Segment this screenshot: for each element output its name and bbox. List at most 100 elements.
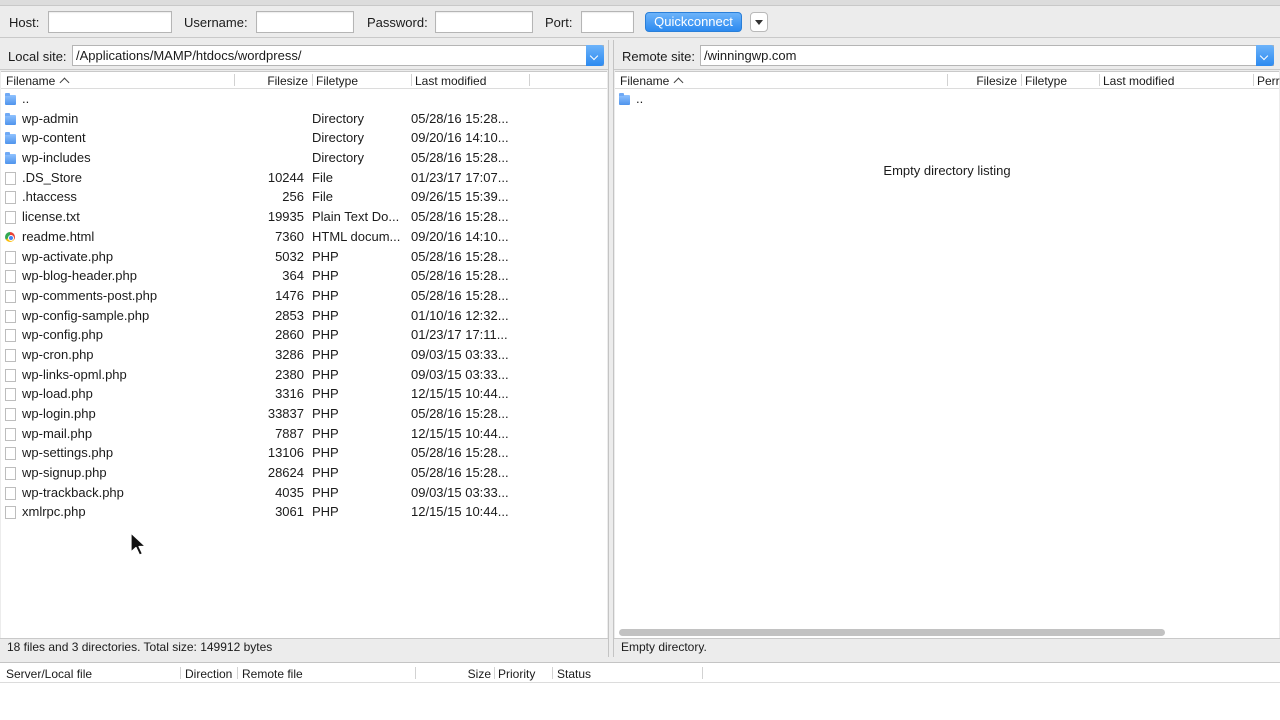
- remote-file-list[interactable]: Filename Filesize Filetype Last modified…: [615, 71, 1280, 638]
- column-filename[interactable]: Filename: [620, 74, 684, 88]
- cell-filesize: 7360: [275, 228, 304, 244]
- file-icon: [5, 408, 16, 421]
- cell-last-modified: 05/28/16 15:28...: [411, 406, 509, 421]
- cell-filesize: 4035: [275, 484, 304, 500]
- remote-site-path: /winningwp.com: [704, 48, 797, 63]
- file-row[interactable]: wp-admin Directory 05/28/16 15:28...: [1, 109, 607, 129]
- folder-icon: [619, 93, 630, 105]
- cell-last-modified: 05/28/16 15:28...: [411, 110, 509, 126]
- host-input[interactable]: [48, 11, 172, 33]
- column-filesize[interactable]: Filesize: [945, 74, 1017, 88]
- cell-filename: wp-links-opml.php: [22, 366, 127, 382]
- file-row[interactable]: wp-load.php 3316 PHP 12/15/15 10:44...: [1, 384, 607, 404]
- username-label: Username:: [184, 15, 248, 30]
- quickconnect-history-dropdown[interactable]: [750, 12, 768, 32]
- file-row[interactable]: wp-activate.php 5032 PHP 05/28/16 15:28...: [1, 247, 607, 267]
- column-size[interactable]: Size: [420, 667, 491, 681]
- cell-filetype: PHP: [312, 484, 339, 500]
- file-icon: [5, 467, 16, 481]
- cell-filename: wp-load.php: [22, 386, 93, 402]
- file-row[interactable]: wp-includes Directory 05/28/16 15:28...: [1, 148, 607, 168]
- file-row[interactable]: wp-config.php 2860 PHP 01/23/17 17:11...: [1, 325, 607, 345]
- file-row[interactable]: wp-links-opml.php 2380 PHP 09/03/15 03:33..…: [1, 365, 607, 385]
- horizontal-scrollbar[interactable]: [619, 629, 1165, 636]
- cell-filename: readme.html: [22, 228, 95, 244]
- file-icon: [5, 447, 16, 461]
- cell-filetype: PHP: [312, 248, 339, 264]
- cell-filename: wp-trackback.php: [22, 484, 124, 500]
- local-file-list[interactable]: Filename Filesize Filetype Last modified…: [1, 71, 607, 638]
- file-row[interactable]: xmlrpc.php 3061 PHP 12/15/15 10:44...: [1, 502, 607, 522]
- cell-filetype: PHP: [312, 445, 339, 461]
- file-row[interactable]: wp-content Directory 09/20/16 14:10...: [1, 128, 607, 148]
- chevron-down-icon[interactable]: [586, 45, 604, 66]
- column-priority[interactable]: Priority: [498, 667, 535, 681]
- cell-last-modified: 01/10/16 12:32...: [411, 307, 509, 323]
- cell-filename: wp-comments-post.php: [22, 287, 158, 303]
- chevron-down-icon[interactable]: [1256, 45, 1274, 66]
- file-icon: [5, 348, 16, 362]
- file-row[interactable]: wp-login.php 33837 PHP 05/28/16 15:28...: [1, 404, 607, 424]
- file-icon: [5, 368, 16, 382]
- file-icon: [5, 191, 16, 205]
- cell-last-modified: 05/28/16 15:28...: [411, 268, 509, 284]
- cell-filetype: Directory: [312, 150, 365, 166]
- cell-filesize: 5032: [275, 248, 304, 264]
- column-last-modified[interactable]: Last modified: [415, 74, 486, 88]
- password-input[interactable]: [435, 11, 533, 33]
- file-row[interactable]: wp-config-sample.php 2853 PHP 01/10/16 12:3…: [1, 306, 607, 326]
- file-icon: [5, 211, 16, 225]
- cell-filetype: PHP: [312, 386, 339, 402]
- cell-filetype: PHP: [312, 425, 339, 441]
- cell-last-modified: 05/28/16 15:28...: [411, 209, 509, 225]
- file-row[interactable]: wp-comments-post.php 1476 PHP 05/28/16 15:2…: [1, 286, 607, 306]
- file-icon: [5, 427, 16, 441]
- column-filename[interactable]: Filename: [6, 74, 70, 88]
- file-row[interactable]: readme.html 7360 HTML docum... 09/20/16 14:…: [1, 227, 607, 247]
- file-row[interactable]: .DS_Store 10244 File 01/23/17 17:07...: [1, 168, 607, 188]
- queue-header: Server/Local file Direction Remote file …: [0, 663, 1280, 683]
- file-icon: [5, 329, 16, 343]
- column-filetype[interactable]: Filetype: [316, 74, 358, 88]
- column-permissions[interactable]: Perr: [1257, 74, 1280, 88]
- cell-filesize: 28624: [267, 465, 304, 481]
- file-row[interactable]: .htaccess 256 File 09/26/15 15:39...: [1, 187, 607, 207]
- port-label: Port:: [545, 15, 573, 30]
- file-row[interactable]: wp-mail.php 7887 PHP 12/15/15 10:44...: [1, 424, 607, 444]
- file-row[interactable]: ..: [615, 89, 1279, 109]
- column-last-modified[interactable]: Last modified: [1103, 74, 1174, 88]
- cell-filetype: File: [312, 189, 333, 205]
- file-row[interactable]: wp-settings.php 13106 PHP 05/28/16 15:28...: [1, 443, 607, 463]
- sort-ascending-icon: [673, 77, 684, 88]
- host-label: Host:: [9, 15, 40, 30]
- file-row[interactable]: ..: [1, 89, 607, 109]
- local-site-path-combo[interactable]: /Applications/MAMP/htdocs/wordpress/: [72, 45, 604, 66]
- column-status[interactable]: Status: [557, 667, 591, 681]
- cell-filesize: 1476: [275, 287, 304, 303]
- column-filetype[interactable]: Filetype: [1025, 74, 1067, 88]
- remote-site-path-combo[interactable]: /winningwp.com: [700, 45, 1274, 66]
- file-row[interactable]: wp-signup.php 28624 PHP 05/28/16 15:28...: [1, 463, 607, 483]
- cell-filesize: 256: [282, 189, 304, 205]
- cell-filetype: PHP: [312, 406, 339, 421]
- cell-filesize: 19935: [267, 209, 304, 225]
- cell-last-modified: 01/23/17 17:11...: [411, 327, 508, 343]
- column-filesize[interactable]: Filesize: [233, 74, 308, 88]
- cell-filename: .DS_Store: [22, 169, 82, 185]
- column-server-local-file[interactable]: Server/Local file: [6, 667, 92, 681]
- file-row[interactable]: wp-blog-header.php 364 PHP 05/28/16 15:28..…: [1, 266, 607, 286]
- quickconnect-button[interactable]: Quickconnect: [645, 12, 742, 32]
- cell-last-modified: 09/03/15 03:33...: [411, 366, 509, 382]
- port-input[interactable]: [581, 11, 634, 33]
- file-row[interactable]: license.txt 19935 Plain Text Do... 05/28/16…: [1, 207, 607, 227]
- file-row[interactable]: wp-cron.php 3286 PHP 09/03/15 03:33...: [1, 345, 607, 365]
- file-row[interactable]: wp-trackback.php 4035 PHP 09/03/15 03:33...: [1, 483, 607, 503]
- column-direction[interactable]: Direction: [185, 667, 232, 681]
- transfer-queue: Server/Local file Direction Remote file …: [0, 662, 1280, 720]
- cell-last-modified: 05/28/16 15:28...: [411, 150, 509, 166]
- cell-filesize: 3286: [275, 346, 304, 362]
- cell-filetype: PHP: [312, 307, 339, 323]
- username-input[interactable]: [256, 11, 354, 33]
- column-remote-file[interactable]: Remote file: [242, 667, 303, 681]
- cell-filename: ..: [22, 91, 30, 106]
